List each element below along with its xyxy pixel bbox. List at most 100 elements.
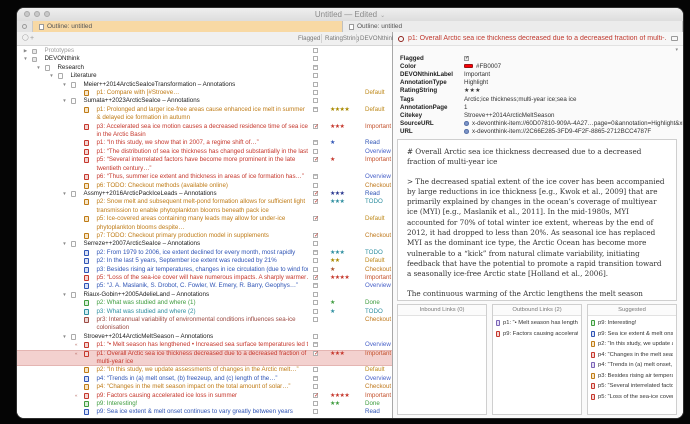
attribute-value[interactable]: x-devonthink-item://2C66E285-3FD9-4F2F-8… <box>464 128 683 135</box>
flagged-checkbox[interactable]: ✓ <box>313 233 318 238</box>
outline-row[interactable]: ▼ Literature <box>17 72 392 80</box>
flagged-checkbox[interactable] <box>313 48 318 53</box>
outline-row[interactable]: p2: From 1979 to 2006, ice extent declin… <box>17 249 392 257</box>
outline-row[interactable]: p1: “The distribution of sea ice thickne… <box>17 148 392 156</box>
add-note-icon[interactable]: + <box>30 32 34 45</box>
outline-row[interactable]: p5: “Several interrelated factors have b… <box>17 156 392 173</box>
flagged-checkbox[interactable] <box>313 90 318 95</box>
disclosure-triangle-icon[interactable]: ▼ <box>60 97 69 105</box>
tab-outline-active[interactable]: Outline: untitled <box>33 21 343 32</box>
outline-row[interactable]: ▼ Meier++2014ArcticSeaIceTransformation … <box>17 81 392 89</box>
title-chevron-icon[interactable]: ⌄ <box>380 13 385 19</box>
attribute-value[interactable]: 1 <box>464 104 683 111</box>
flagged-checkbox[interactable] <box>313 309 318 314</box>
outline-row[interactable]: « p9: Factors causing accelerated ice lo… <box>17 392 392 400</box>
flagged-checkbox[interactable]: – <box>313 283 318 288</box>
sidebar-toggle-button[interactable] <box>17 21 33 32</box>
link-item[interactable]: p9: Factors causing accelerated ice… <box>496 331 578 337</box>
flagged-checkbox[interactable] <box>313 267 318 272</box>
column-header-flagged[interactable]: Flagged <box>298 32 320 45</box>
rating-stars[interactable]: ★★★ <box>330 350 344 358</box>
view-options-icon[interactable]: ◯ <box>22 32 29 45</box>
outline-row[interactable]: ▼ DEVONthink <box>17 55 392 63</box>
rating-stars[interactable]: ★ <box>330 308 335 316</box>
link-item[interactable]: p2: “In this study, we update asse… <box>591 341 673 347</box>
rating-stars[interactable]: ★★★★ <box>330 392 349 400</box>
flagged-checkbox[interactable]: ✓ <box>313 199 318 204</box>
outline-row[interactable]: p2: Snow melt and subsequent melt-pond f… <box>17 198 392 215</box>
outline-row[interactable]: « p1: Overall Arctic sea ice thickness d… <box>17 350 392 367</box>
attribute-value[interactable]: ★★★ <box>464 87 683 94</box>
link-item[interactable]: p4: “Changes in the melt season i… <box>591 352 673 358</box>
outline-row[interactable]: ▼ Riaux-Gobin++2005AdelieLand – Annotati… <box>17 291 392 299</box>
flagged-checkbox[interactable] <box>313 367 318 372</box>
flagged-checkbox[interactable]: – <box>313 174 318 179</box>
rating-stars[interactable]: ★★ <box>330 257 340 265</box>
flagged-checkbox[interactable]: ✓ <box>313 351 318 356</box>
outline-row[interactable]: p2: “In this study, we update assessment… <box>17 366 392 374</box>
attribute-value[interactable]: x-devonthink-item://60D07810-909A-4A27…p… <box>464 120 683 127</box>
outline-row[interactable]: p7: TODO: Checkout primary production mo… <box>17 232 392 240</box>
color-swatch[interactable] <box>464 64 473 68</box>
outline-row[interactable]: p5: “J. A. Maslanik, S. Drobot, C. Fowle… <box>17 282 392 290</box>
outline-row[interactable]: ▶ Prototypes <box>17 47 392 55</box>
flagged-checkbox[interactable]: – <box>313 65 318 70</box>
outline-row[interactable]: p1: Compare with [#Stroeve… Default <box>17 89 392 97</box>
disclosure-triangle-icon[interactable]: ▶ <box>21 47 30 55</box>
window-titlebar[interactable]: Untitled — Edited⌄ <box>17 8 683 22</box>
attribute-value[interactable]: Stroeve++2014ArcticMeltSeason <box>464 112 683 119</box>
outline-row[interactable]: p5: Ice-covered areas containing many le… <box>17 215 392 232</box>
flagged-checkbox[interactable]: ✓ <box>313 157 318 162</box>
flagged-checkbox[interactable]: – <box>313 140 318 145</box>
flagged-checkbox[interactable]: ✓ <box>313 393 318 398</box>
disclosure-triangle-icon[interactable]: ▼ <box>21 55 30 63</box>
rating-stars[interactable]: ★★★★ <box>330 274 349 282</box>
rating-stars[interactable]: ★ <box>330 299 335 307</box>
disclosure-triangle-icon[interactable]: ▼ <box>60 190 69 198</box>
flagged-checkbox[interactable] <box>313 409 318 414</box>
outline-row[interactable]: p9: Sea ice extent & melt onset continue… <box>17 408 392 416</box>
note-text-editor[interactable]: # Overall Arctic sea ice thickness decre… <box>397 139 677 301</box>
rating-stars[interactable]: ★★ <box>330 400 340 408</box>
outline-row[interactable]: ▼ Research – <box>17 64 392 72</box>
rating-stars[interactable]: ★★★ <box>330 190 344 198</box>
globe-icon[interactable] <box>464 129 469 134</box>
flagged-checkbox[interactable]: – <box>313 376 318 381</box>
disclosure-triangle-icon[interactable]: ▼ <box>60 240 69 248</box>
expand-window-icon[interactable] <box>671 36 678 41</box>
rating-stars[interactable]: ★★★★ <box>330 106 349 114</box>
flagged-checkbox[interactable]: ✓ <box>313 124 318 129</box>
flagged-checkbox[interactable] <box>313 183 318 188</box>
link-item[interactable]: p5: “Loss of the sea-ice cover wil… <box>591 394 673 400</box>
attribute-value[interactable]: #FB0007 <box>464 63 683 70</box>
attribute-value[interactable]: ✓ <box>464 56 683 61</box>
link-item[interactable]: p9: Interesting! <box>591 320 673 326</box>
link-item[interactable]: p5: “Several interrelated factors h… <box>591 383 673 389</box>
rating-stars[interactable]: ★★★ <box>330 249 344 257</box>
flagged-checkbox[interactable] <box>313 149 318 154</box>
rating-stars[interactable]: ★ <box>330 139 335 147</box>
outline-row[interactable]: p2: What was studied and where (1) ★ Don… <box>17 299 392 307</box>
minimize-button[interactable] <box>34 11 40 17</box>
outline-row[interactable]: p3: Besides rising air temperatures, cha… <box>17 266 392 274</box>
outline-row[interactable]: p4: “Trends in (a) melt onset, (b) freez… <box>17 375 392 383</box>
column-divider[interactable] <box>321 34 322 43</box>
flagged-checkbox[interactable] <box>313 82 318 87</box>
link-item[interactable]: p9: Sea ice extent & melt onset c… <box>591 331 673 337</box>
link-item[interactable]: p4: “Trends in (a) melt onset, (b) f… <box>591 362 673 368</box>
flagged-checkbox[interactable] <box>313 241 318 246</box>
flagged-checkbox[interactable] <box>313 401 318 406</box>
link-item[interactable]: p1: “• Melt season has lengthened •… <box>496 320 578 326</box>
outline-row[interactable]: p6: “Thus, summer ice extent and thickne… <box>17 173 392 181</box>
disclosure-triangle-icon[interactable]: ▼ <box>60 81 69 89</box>
flagged-checkbox[interactable] <box>313 292 318 297</box>
rating-stars[interactable]: ★★★ <box>330 123 344 131</box>
flagged-checkbox[interactable] <box>313 258 318 263</box>
outline-row[interactable]: p3: Accelerated sea ice motion causes a … <box>17 123 392 140</box>
outline-row[interactable]: p9: Interesting! ★★ Done <box>17 400 392 408</box>
link-item[interactable]: p3: Besides rising air temperature… <box>591 373 673 379</box>
tab-outline-inactive[interactable]: Outline: untitled <box>343 21 683 32</box>
outline-row[interactable]: p4: “Changes in the melt season impact o… <box>17 383 392 391</box>
outline-row[interactable]: p3: What was studied and where (2) ★ TOD… <box>17 308 392 316</box>
rating-stars[interactable]: ★ <box>330 156 335 164</box>
